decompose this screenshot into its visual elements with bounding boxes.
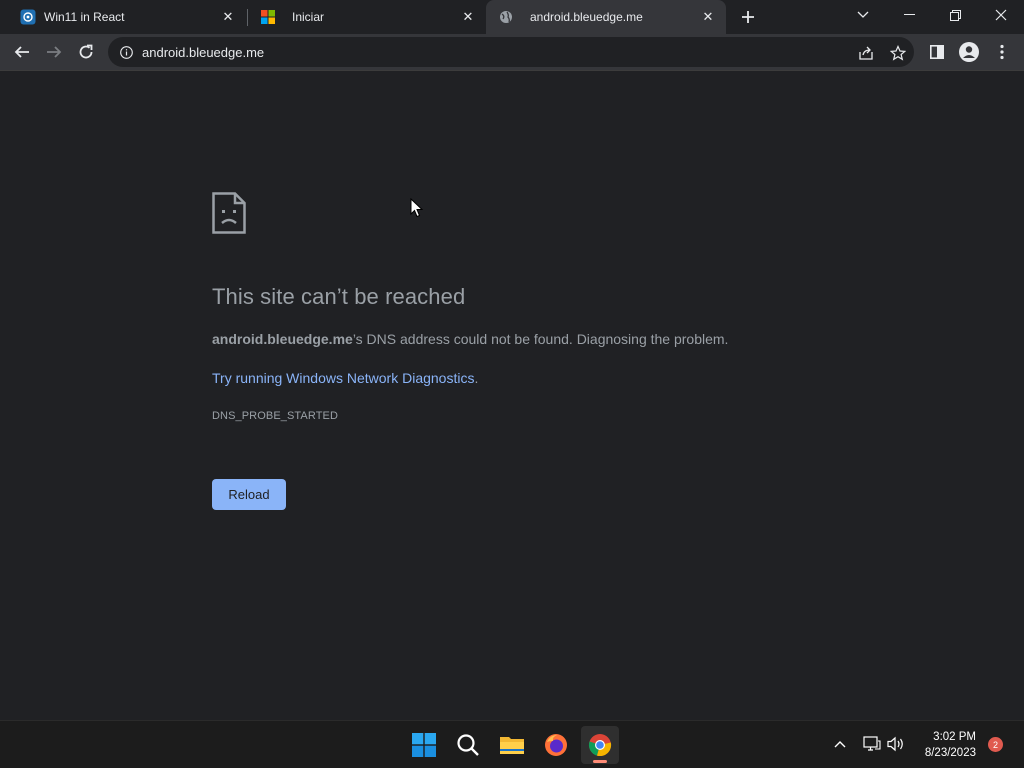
reload-button[interactable]: Reload: [212, 479, 286, 510]
mouse-cursor-icon: [410, 197, 424, 218]
error-host: android.bleuedge.me: [212, 331, 353, 347]
tab-strip: Win11 in React ✕ Iniciar ✕ android.bleue…: [0, 0, 1024, 34]
address-bar-url: android.bleuedge.me: [142, 44, 265, 60]
restore-icon[interactable]: [932, 0, 978, 30]
windows-logo-icon: [260, 9, 276, 25]
tab-android-bleuedge[interactable]: android.bleuedge.me ✕: [486, 0, 726, 34]
clock-date: 8/23/2023: [924, 747, 976, 759]
sad-page-icon: [212, 192, 246, 234]
search-icon[interactable]: [449, 726, 487, 764]
close-tab-icon[interactable]: ✕: [460, 9, 476, 25]
menu-kebab-icon[interactable]: [988, 38, 1016, 66]
tab-iniciar[interactable]: Iniciar ✕: [248, 0, 486, 34]
tab-title: Iniciar: [292, 10, 325, 24]
forward-button[interactable]: [40, 38, 68, 66]
tab-title: Win11 in React: [44, 10, 125, 24]
tab-title: android.bleuedge.me: [530, 10, 643, 24]
error-message-text: ’s DNS address could not be found. Diagn…: [352, 331, 729, 347]
firefox-icon[interactable]: [537, 726, 575, 764]
minimize-icon[interactable]: [886, 0, 932, 30]
tab-search-chevron-icon[interactable]: [840, 0, 886, 30]
close-tab-icon[interactable]: ✕: [700, 9, 716, 25]
profile-avatar-icon[interactable]: [955, 38, 983, 66]
chrome-icon[interactable]: [581, 726, 619, 764]
error-page: This site can’t be reached android.bleue…: [0, 71, 1024, 720]
close-tab-icon[interactable]: ✕: [220, 9, 236, 25]
system-clock[interactable]: 3:02 PM 8/23/2023: [914, 729, 976, 761]
windows-taskbar: 3:02 PM 8/23/2023 2: [0, 720, 1024, 768]
close-window-icon[interactable]: [978, 0, 1024, 30]
site-info-icon[interactable]: [119, 45, 133, 59]
share-icon[interactable]: [857, 44, 875, 62]
tab-win11-react[interactable]: Win11 in React ✕: [0, 0, 246, 34]
active-app-indicator: [593, 760, 607, 763]
show-hidden-icons-chevron-icon[interactable]: [831, 735, 849, 753]
error-code: DNS_PROBE_STARTED: [212, 410, 338, 422]
network-diagnostics-link-text[interactable]: Try running Windows Network Diagnostics: [212, 370, 474, 386]
notification-badge[interactable]: 2: [988, 737, 1003, 752]
network-icon[interactable]: [863, 735, 881, 753]
back-button[interactable]: [8, 38, 36, 66]
react-app-icon: [20, 9, 36, 25]
start-icon[interactable]: [405, 726, 443, 764]
file-explorer-icon[interactable]: [493, 726, 531, 764]
error-message: android.bleuedge.me’s DNS address could …: [212, 331, 728, 347]
network-diagnostics-link[interactable]: Try running Windows Network Diagnostics.: [212, 370, 478, 386]
browser-toolbar: android.bleuedge.me: [0, 34, 1024, 70]
volume-icon[interactable]: [887, 735, 905, 753]
error-title: This site can’t be reached: [212, 284, 466, 309]
link-period: .: [474, 370, 479, 386]
address-bar[interactable]: android.bleuedge.me: [108, 37, 914, 67]
new-tab-button[interactable]: [737, 6, 759, 28]
reload-icon[interactable]: [72, 38, 100, 66]
clock-time: 3:02 PM: [933, 731, 976, 743]
bookmark-star-icon[interactable]: [889, 44, 907, 62]
side-panel-icon[interactable]: [923, 38, 951, 66]
globe-icon: [498, 9, 514, 25]
